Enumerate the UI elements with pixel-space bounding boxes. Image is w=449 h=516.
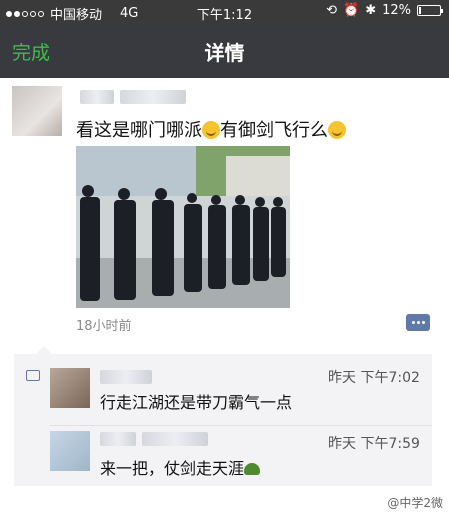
comment-name-blurred-1[interactable] <box>100 370 152 384</box>
watermark: @中学2微 <box>387 496 443 510</box>
alarm-icon: ⏰ <box>343 3 360 18</box>
comment-divider <box>50 425 432 426</box>
comment-name-blurred-2[interactable] <box>100 432 136 446</box>
post-text-part1: 看这是哪门哪派 <box>76 120 202 141</box>
status-bar: 中国移动 4G 下午1:12 ⟲ ⏰ ✱ 12% <box>0 0 449 24</box>
comment-action-button[interactable] <box>406 314 430 331</box>
bluetooth-icon: ✱ <box>365 3 377 18</box>
page-title: 详情 <box>204 41 245 65</box>
comment-text-1: 行走江湖还是带刀霸气一点 <box>100 393 293 412</box>
comment-avatar-2[interactable] <box>50 431 90 471</box>
poster-name-blurred[interactable] <box>80 90 114 104</box>
battery-icon <box>417 5 443 16</box>
navigation-bar: 完成 详情 <box>0 24 449 78</box>
status-right: ⟲ ⏰ ✱ 12% <box>326 3 443 18</box>
thinking-emoji-icon <box>202 121 220 139</box>
turtle-emoji-icon <box>244 463 261 475</box>
post-photo[interactable] <box>76 146 290 308</box>
police-squad-photo <box>76 146 290 308</box>
poster-name-blurred-2 <box>120 90 186 104</box>
comment-avatar-1[interactable] <box>50 368 90 408</box>
comment-text-2: 来一把，仗剑走天涯 <box>100 455 261 479</box>
comment-time-2: 昨天 下午7:59 <box>328 436 420 452</box>
poster-avatar[interactable] <box>12 86 62 136</box>
comment-name-blurred-3 <box>142 432 208 446</box>
comment-bubble-icon <box>26 370 40 381</box>
battery-percent: 12% <box>382 3 411 18</box>
comment-time-1: 昨天 下午7:02 <box>328 370 420 386</box>
rotation-lock-icon: ⟲ <box>326 3 337 18</box>
post-text: 看这是哪门哪派 有御剑飞行么 <box>76 116 346 142</box>
done-button[interactable]: 完成 <box>12 38 50 65</box>
post-time: 18小时前 <box>76 319 132 334</box>
thinking-emoji-icon-2 <box>328 121 346 139</box>
comment-text-2-content: 来一把，仗剑走天涯 <box>100 459 245 478</box>
post-text-part2: 有御剑飞行么 <box>220 120 328 141</box>
